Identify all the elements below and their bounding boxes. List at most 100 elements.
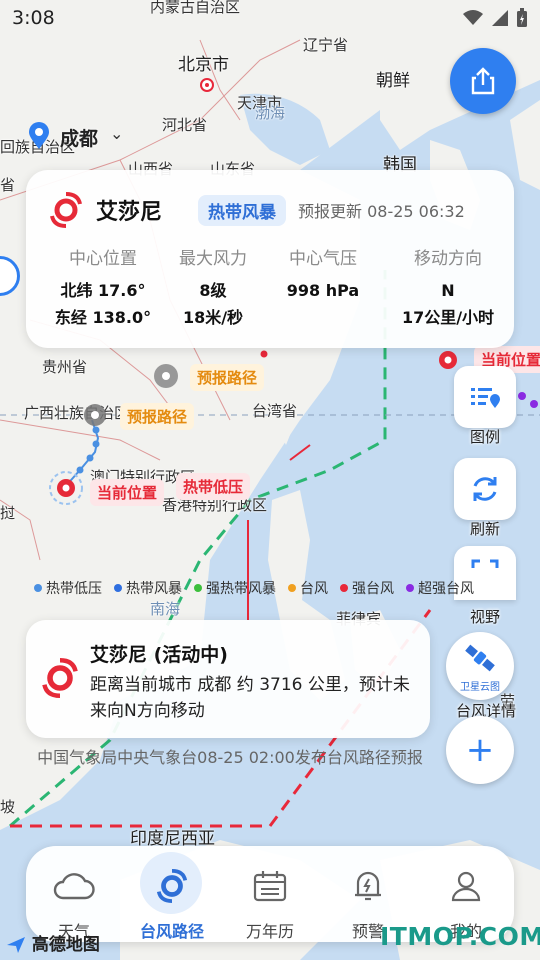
legend-label: 图例 [469,428,500,446]
map-label-left-edge-2: 挝 [0,504,16,522]
legend-dot [288,584,296,592]
bell-icon [355,871,381,901]
view-icon [471,559,499,568]
map-label-beijing: 北京市 [178,55,229,75]
stat-center-position: 中心位置 北纬 17.6° 东经 138.0° [48,244,158,331]
typhoon-icon [156,869,188,903]
zoom-in-button[interactable]: + [446,716,514,784]
stat-value: N [441,281,455,300]
stat-label: 最大风力 [179,249,247,269]
share-button[interactable] [450,48,516,114]
legend-item: 台风 [288,578,328,598]
legend-label: 强台风 [352,581,394,597]
stat-value: 17公里/小时 [401,308,495,327]
legend-label: 强热带风暴 [206,581,276,597]
stat-label: 中心气压 [289,249,357,269]
stat-value: 东经 138.0° [54,308,152,327]
typhoon-status-card[interactable]: 艾莎尼 (活动中) 距离当前城市 成都 约 3716 公里，预计未来向N方向移动 [26,620,430,738]
legend-label: 超强台风 [418,581,474,597]
forecast-typhoon-icon-2 [84,404,106,426]
legend-dot [194,584,202,592]
plus-icon: + [465,730,495,770]
amap-logo-text: 高德地图 [31,935,100,955]
map-label-taiwan: 台湾省 [252,402,298,420]
battery-icon [517,8,527,27]
legend-item: 超强台风 [406,578,474,598]
status-bar: 3:08 [0,0,540,36]
legend-label: 台风 [300,581,328,597]
satellite-cloud-label: 卫星云图 [460,682,500,693]
typhoon-name: 艾莎尼 [96,200,163,225]
stat-label: 移动方向 [414,249,482,269]
amap-logo-icon [7,937,25,953]
legend-item: 强台风 [340,578,394,598]
satellite-icon [465,644,495,672]
nav-label: 台风路径 [139,922,204,941]
chevron-down-icon[interactable]: ⌄ [110,124,123,143]
nav-item-weather[interactable]: 天气 [26,846,122,942]
legend-item: 热带低压 [34,578,102,598]
refresh-icon [473,477,497,501]
legend-item: 热带风暴 [114,578,182,598]
forecast-path-tag[interactable]: 预报路径 [190,364,265,391]
typhoon-stats: 中心位置 北纬 17.6° 东经 138.0° 最大风力 8级 18米/秒 中心… [26,244,514,331]
nav-label: 万年历 [245,922,294,941]
watermark: ITMOP.COM [380,922,540,951]
legend-dot [340,584,348,592]
calendar-icon [253,871,287,902]
typhoon-icon [42,658,78,698]
map-label-guizhou: 贵州省 [42,358,88,376]
view-label: 视野 [469,608,500,626]
stat-value: 8级 [199,281,227,300]
cloud-icon [53,873,95,900]
map-label-north-korea: 朝鲜 [376,71,410,91]
map-label-left-edge-1: 省 [0,176,16,194]
stat-max-wind: 最大风力 8级 18米/秒 [158,244,268,331]
status-time: 3:08 [12,7,55,29]
legend-item: 强热带风暴 [194,578,276,598]
legend-button[interactable] [454,366,516,428]
forecast-typhoon-icon [154,364,178,388]
typhoon-info-card[interactable]: 艾莎尼 热带风暴 预报更新 08-25 06:32 中心位置 北纬 17.6° … [26,170,514,348]
map-label-nanhai: 南海 [150,600,181,618]
current-position-tag[interactable]: 当前位置 [90,479,165,506]
refresh-label: 刷新 [469,520,500,538]
share-icon [471,67,495,95]
stat-value: 998 hPa [286,281,360,300]
refresh-button[interactable] [454,458,516,520]
stat-center-pressure: 中心气压 998 hPa [268,244,378,331]
legend-dot [34,584,42,592]
legend-label: 热带低压 [46,581,102,597]
map-label-guangxi: 广西壮族自治区 [24,404,130,422]
tropical-depression-tag[interactable]: 热带低压 [176,473,251,500]
intensity-legend: 热带低压 热带风暴 强热带风暴 台风 强台风 超强台风 [34,578,474,598]
amap-logo: 高德地图 [6,930,100,955]
nav-item-typhoon[interactable]: 台风路径 [124,846,220,942]
user-icon [451,871,481,902]
map-label-left-edge-3: 坡 [0,798,16,816]
legend-icon [471,388,500,408]
forecast-updated-time: 预报更新 08-25 06:32 [298,202,465,221]
stat-value: 18米/秒 [182,308,244,327]
forecast-path-tag-2[interactable]: 预报路径 [120,403,195,430]
satellite-cloud-button[interactable]: 卫星云图 [446,632,514,700]
city-selector[interactable]: 成都 [60,124,98,151]
stat-label: 中心位置 [69,249,137,269]
stat-value: 北纬 17.6° [60,281,146,300]
legend-label: 热带风暴 [126,581,182,597]
nav-item-calendar[interactable]: 万年历 [222,846,318,942]
current-typhoon-marker[interactable] [48,470,84,506]
location-pin-icon [29,122,49,149]
map-label-bohai: 渤海 [255,104,286,122]
typhoon-icon [50,192,82,228]
legend-dot [406,584,414,592]
legend-dot [114,584,122,592]
map-label-hebei: 河北省 [162,116,208,134]
signal-icon [492,10,508,26]
typhoon-category-badge: 热带风暴 [198,194,287,226]
forecast-source-note: 中国气象局中央气象台08-25 02:00发布台风路径预报 [37,748,423,767]
status-icons [462,8,528,28]
status-card-title: 艾莎尼 (活动中) [90,644,228,666]
stat-move-direction: 移动方向 N 17公里/小时 [378,244,518,331]
status-card-description: 距离当前城市 成都 约 3716 公里，预计未来向N方向移动 [90,675,410,721]
